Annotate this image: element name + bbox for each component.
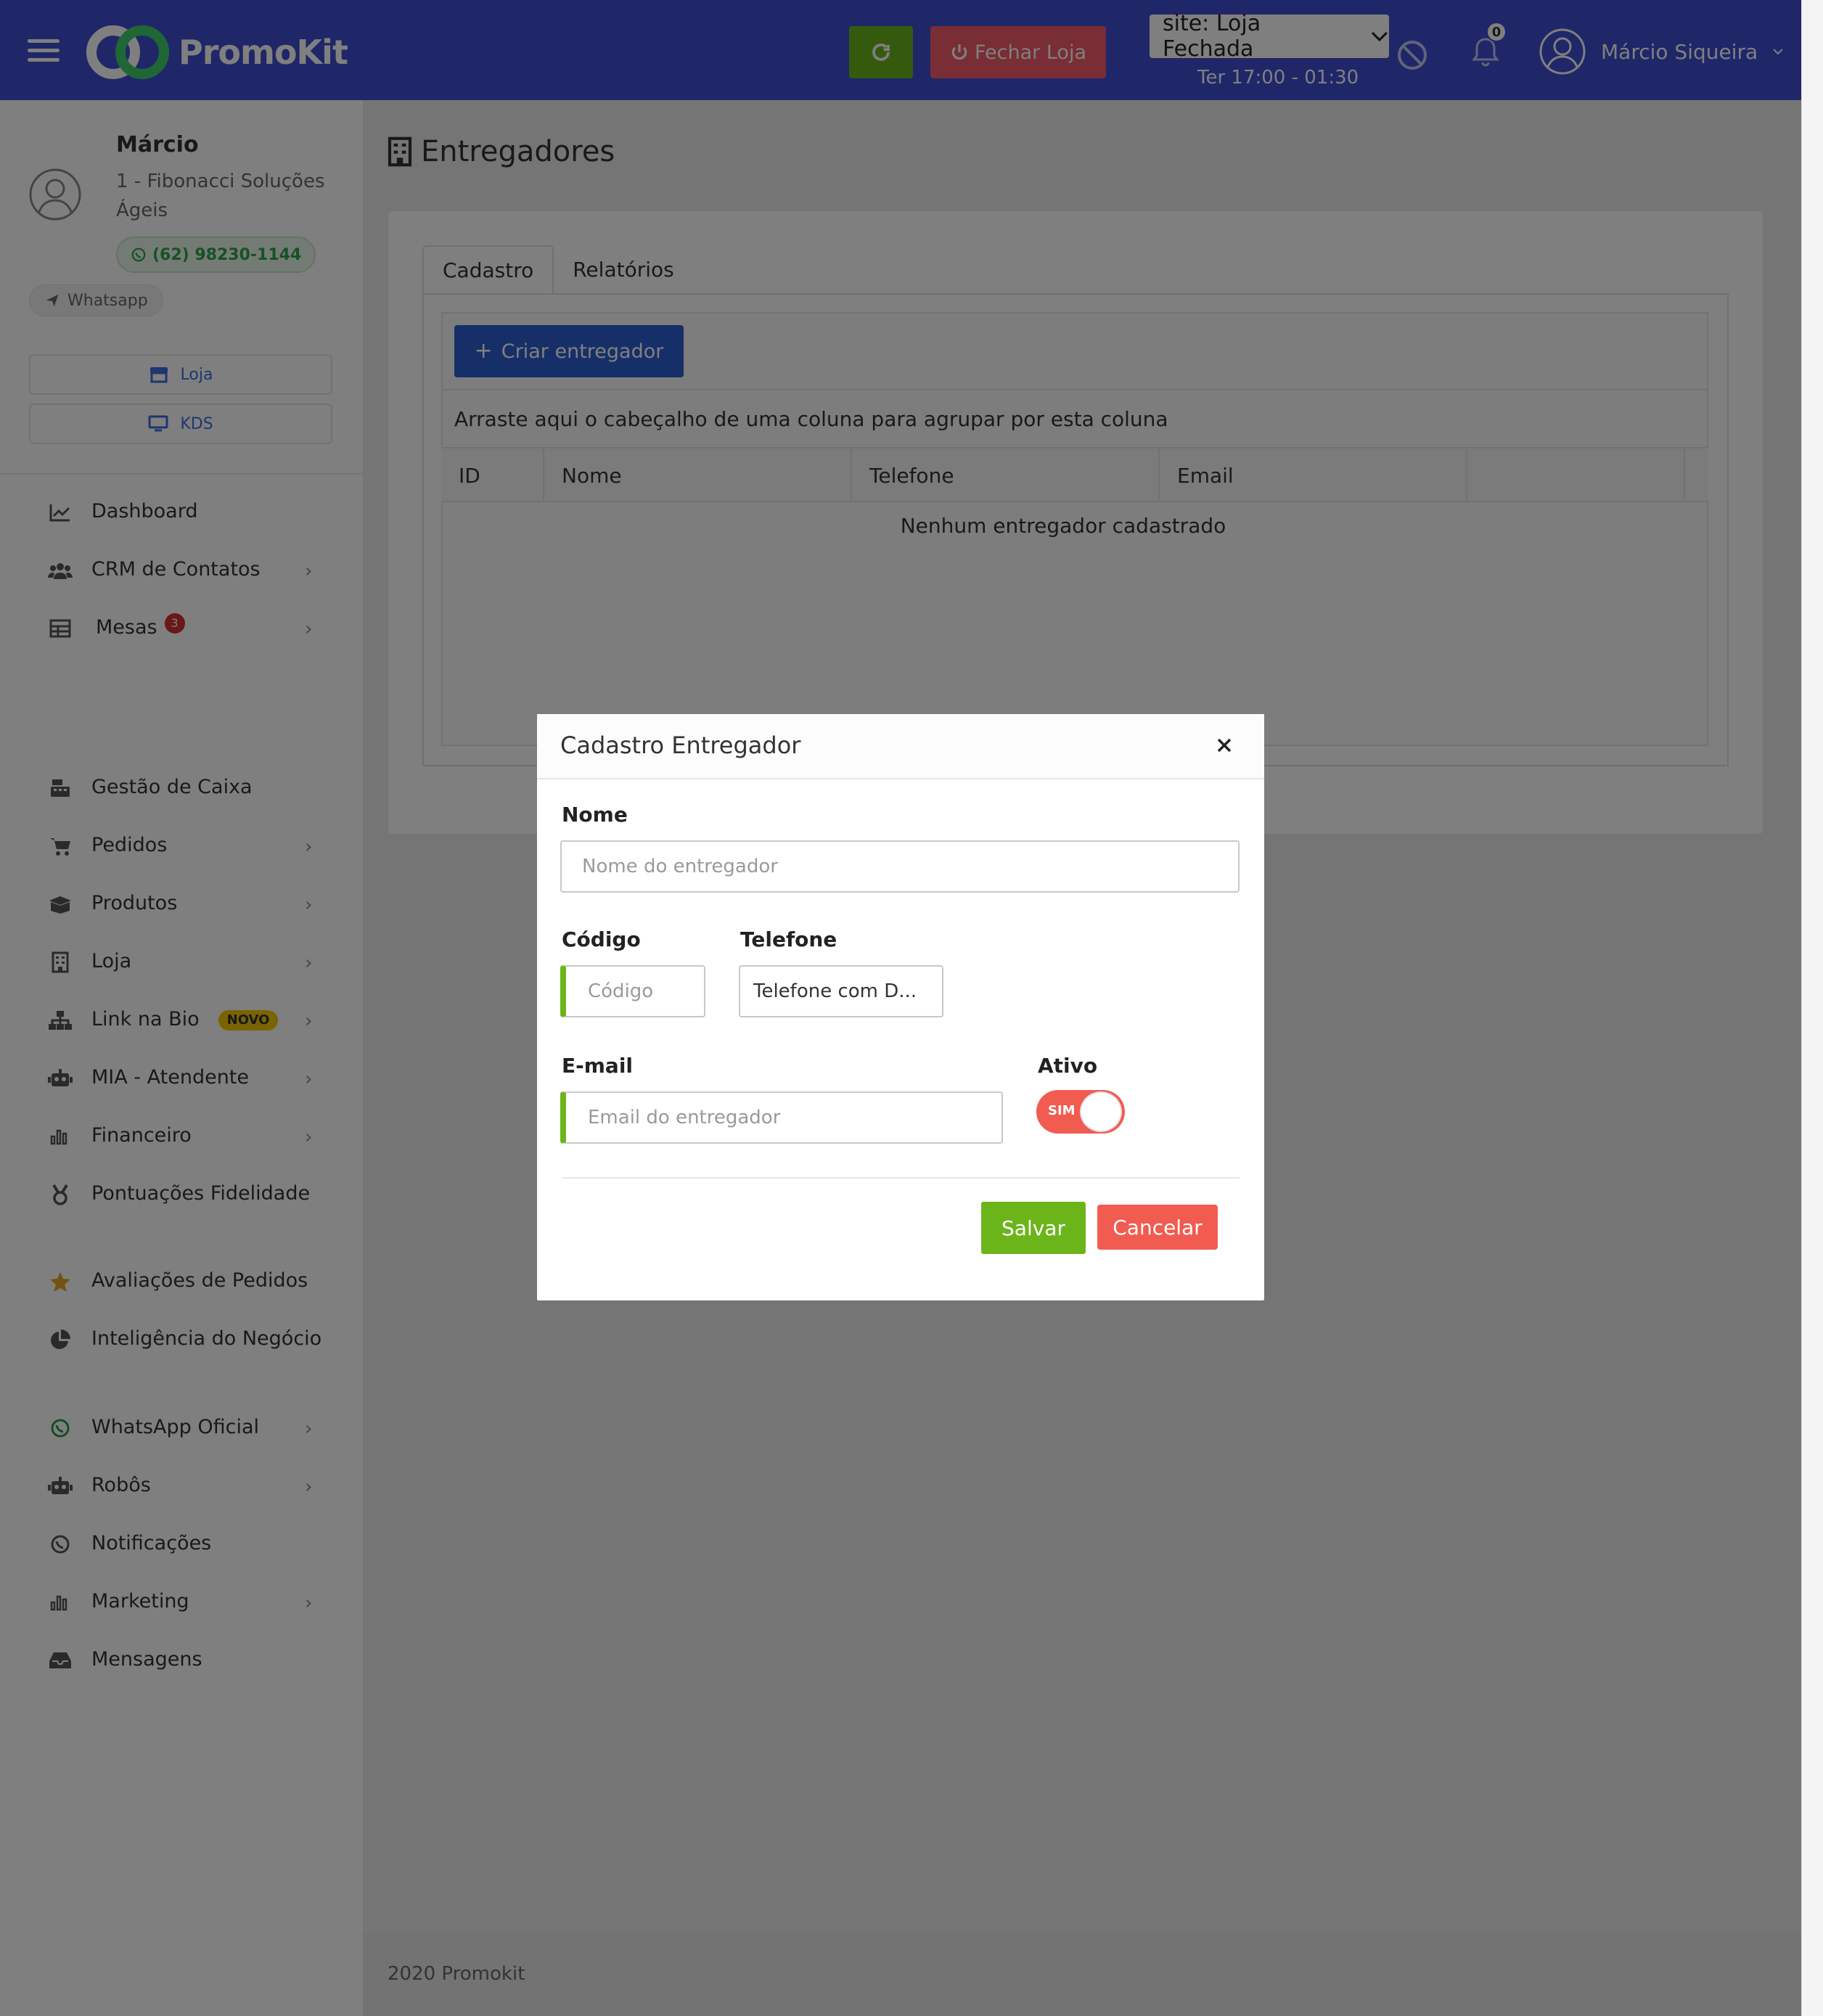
- ativo-label: Ativo: [1038, 1054, 1098, 1078]
- nome-input[interactable]: [560, 840, 1240, 893]
- ativo-toggle[interactable]: SIM: [1036, 1090, 1125, 1134]
- email-label: E-mail: [562, 1054, 634, 1078]
- telefone-label: Telefone: [740, 927, 837, 951]
- cancel-button[interactable]: Cancelar: [1097, 1205, 1218, 1250]
- email-input[interactable]: [560, 1091, 1003, 1144]
- nome-label: Nome: [562, 803, 628, 827]
- codigo-label: Código: [562, 927, 641, 951]
- courier-modal: Cadastro Entregador Nome Código Telefone…: [537, 714, 1264, 1300]
- codigo-input[interactable]: [560, 965, 705, 1017]
- save-button[interactable]: Salvar: [981, 1202, 1086, 1254]
- modal-divider: [562, 1177, 1240, 1179]
- modal-title: Cadastro Entregador: [560, 732, 801, 759]
- modal-header: Cadastro Entregador: [537, 714, 1264, 779]
- close-icon[interactable]: [1212, 733, 1237, 758]
- page-scrollbar[interactable]: [1801, 0, 1823, 2016]
- toggle-knob: [1080, 1091, 1122, 1132]
- telefone-input[interactable]: [739, 965, 943, 1017]
- toggle-on-label: SIM: [1048, 1103, 1076, 1118]
